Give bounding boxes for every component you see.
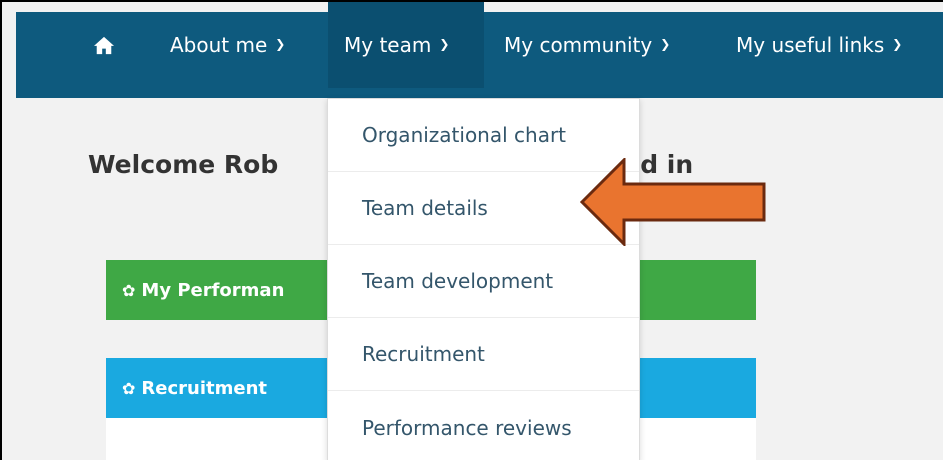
panel-my-performance-title: My Performan	[141, 279, 285, 301]
home-icon[interactable]	[86, 2, 122, 88]
home-glyph	[94, 36, 114, 55]
nav-my-useful-links[interactable]: My useful links ❯	[736, 2, 902, 88]
chevron-down-icon: ❯	[660, 37, 671, 51]
nav-about-me-label: About me	[170, 33, 268, 57]
nav-my-community-label: My community	[504, 33, 653, 57]
nav-my-community[interactable]: My community ❯	[504, 2, 670, 88]
my-team-dropdown-menu: Organizational chart Team details Team d…	[327, 98, 640, 460]
menu-item-recruitment[interactable]: Recruitment	[328, 318, 639, 391]
leaf-icon: ✿	[122, 280, 136, 300]
welcome-heading-left: Welcome Rob	[88, 150, 279, 179]
leaf-icon: ✿	[122, 378, 136, 398]
screenshot-frame: About me ❯ My team ❯ My community ❯ My u…	[0, 0, 943, 460]
nav-my-team-label: My team	[344, 33, 432, 57]
nav-my-useful-links-label: My useful links	[736, 33, 885, 57]
chevron-down-icon: ❯	[892, 37, 903, 51]
menu-item-performance-reviews[interactable]: Performance reviews	[328, 391, 639, 460]
annotation-arrow-icon	[580, 158, 766, 246]
chevron-down-icon: ❯	[439, 37, 450, 51]
menu-item-team-development[interactable]: Team development	[328, 245, 639, 318]
nav-about-me[interactable]: About me ❯	[170, 2, 285, 88]
nav-my-team[interactable]: My team ❯	[328, 2, 484, 88]
panel-recruitment-title: Recruitment	[141, 377, 267, 399]
chevron-down-icon: ❯	[275, 37, 286, 51]
